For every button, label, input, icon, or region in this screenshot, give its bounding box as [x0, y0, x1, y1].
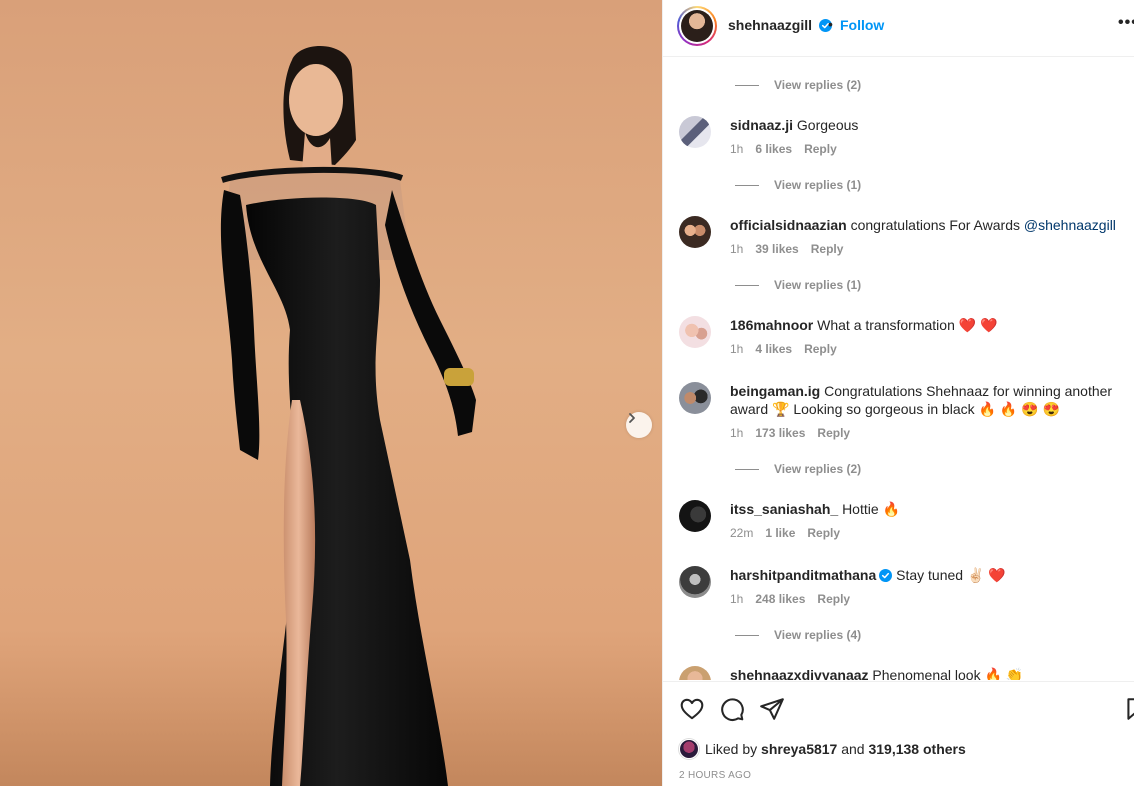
comment-icon[interactable]	[719, 696, 745, 722]
author-username[interactable]: shehnaazgill	[728, 17, 832, 33]
commenter-avatar[interactable]	[679, 566, 711, 598]
comment-body: What a transformation ❤️ ❤️	[817, 317, 998, 333]
comment-likes[interactable]: 173 likes	[755, 426, 805, 440]
view-replies-button[interactable]: View replies (2)	[735, 77, 861, 93]
comment-body: Hottie 🔥	[842, 501, 900, 517]
chevron-right-icon	[629, 413, 635, 423]
reply-button[interactable]: Reply	[817, 592, 850, 606]
comment-time[interactable]: 22m	[730, 526, 753, 540]
comment-text: sidnaaz.ji Gorgeous	[730, 116, 1125, 134]
commenter-avatar[interactable]	[679, 666, 711, 680]
comment-body: congratulations For Awards	[850, 217, 1024, 233]
commenter-username[interactable]: harshitpanditmathana	[730, 567, 876, 583]
post-header: shehnaazgill • Follow •••	[663, 0, 1134, 57]
liker-avatar[interactable]	[679, 739, 699, 759]
heart-icon[interactable]	[679, 696, 705, 722]
view-replies-button[interactable]: View replies (1)	[735, 277, 861, 293]
comment-text: shehnaazxdivyanaaz Phenomenal look 🔥 👏	[730, 666, 1125, 680]
comment-likes[interactable]: 1 like	[765, 526, 795, 540]
comment-text: itss_saniashah_ Hottie 🔥	[730, 500, 1125, 518]
post-photo[interactable]	[0, 0, 662, 786]
comment-time[interactable]: 1h	[730, 592, 743, 606]
author-avatar[interactable]	[677, 6, 717, 46]
reply-button[interactable]: Reply	[817, 426, 850, 440]
comment-text: harshitpanditmathana Stay tuned ✌🏻 ❤️	[730, 566, 1125, 584]
view-replies-button[interactable]: View replies (1)	[735, 177, 861, 193]
comment-likes[interactable]: 39 likes	[755, 242, 798, 256]
comment-time[interactable]: 1h	[730, 342, 743, 356]
comment-meta: 1h 173 likes Reply	[730, 426, 850, 440]
comment-meta: 22m 1 like Reply	[730, 526, 840, 540]
commenter-username[interactable]: itss_saniashah_	[730, 501, 838, 517]
comment-meta: 1h 6 likes Reply	[730, 142, 837, 156]
commenter-avatar[interactable]	[679, 382, 711, 414]
replies-line	[735, 184, 759, 186]
commenter-avatar[interactable]	[679, 116, 711, 148]
view-replies-button[interactable]: View replies (4)	[735, 627, 861, 643]
replies-line	[735, 284, 759, 286]
separator-dot: •	[828, 16, 833, 32]
comment-likes[interactable]: 6 likes	[755, 142, 792, 156]
comment-body: Gorgeous	[796, 117, 859, 133]
comment-text: 186mahnoor What a transformation ❤️ ❤️	[730, 316, 1125, 334]
next-photo-button[interactable]	[626, 412, 652, 438]
commenter-avatar[interactable]	[679, 500, 711, 532]
comment-likes[interactable]: 248 likes	[755, 592, 805, 606]
more-options-icon[interactable]: •••	[1118, 14, 1134, 32]
post-actions: Liked by shreya5817 and 319,138 others 2…	[663, 681, 1134, 786]
commenter-username[interactable]: 186mahnoor	[730, 317, 813, 333]
post-side-panel: shehnaazgill • Follow ••• View replies (…	[662, 0, 1134, 786]
comment-meta: 1h 4 likes Reply	[730, 342, 837, 356]
post-timestamp[interactable]: 2 HOURS AGO	[679, 770, 751, 781]
reply-button[interactable]: Reply	[804, 342, 837, 356]
comment-body: Stay tuned ✌🏻 ❤️	[896, 567, 1006, 583]
follow-button[interactable]: Follow	[840, 17, 884, 33]
replies-line	[735, 634, 759, 636]
comment-likes[interactable]: 4 likes	[755, 342, 792, 356]
view-replies-button[interactable]: View replies (2)	[735, 461, 861, 477]
reply-button[interactable]: Reply	[811, 242, 844, 256]
bookmark-icon[interactable]	[1123, 696, 1134, 722]
commenter-avatar[interactable]	[679, 316, 711, 348]
commenter-avatar[interactable]	[679, 216, 711, 248]
reply-button[interactable]: Reply	[807, 526, 840, 540]
comment-time[interactable]: 1h	[730, 142, 743, 156]
commenter-username[interactable]: shehnaazxdivyanaaz	[730, 667, 869, 680]
photo-illustration	[0, 46, 662, 786]
liker-username[interactable]: shreya5817	[761, 741, 837, 757]
likes-count[interactable]: 319,138 others	[868, 741, 965, 757]
mention-link[interactable]: @shehnaazgill	[1024, 217, 1116, 233]
comment-body: Phenomenal look 🔥 👏	[872, 667, 1024, 680]
replies-line	[735, 468, 759, 470]
comment-meta: 1h 248 likes Reply	[730, 592, 850, 606]
comment-time[interactable]: 1h	[730, 426, 743, 440]
comment-time[interactable]: 1h	[730, 242, 743, 256]
share-icon[interactable]	[759, 696, 785, 722]
comment-text: officialsidnaazian congratulations For A…	[730, 216, 1125, 234]
commenter-username[interactable]: sidnaaz.ji	[730, 117, 793, 133]
comment-meta: 1h 39 likes Reply	[730, 242, 843, 256]
commenter-username[interactable]: officialsidnaazian	[730, 217, 847, 233]
comments-list[interactable]: View replies (2) sidnaaz.ji Gorgeous 1h …	[663, 58, 1134, 680]
verified-icon	[879, 569, 893, 582]
reply-button[interactable]: Reply	[804, 142, 837, 156]
comment-text: beingaman.ig Congratulations Shehnaaz fo…	[730, 382, 1125, 418]
liked-by-summary[interactable]: Liked by shreya5817 and 319,138 others	[679, 739, 966, 759]
commenter-username[interactable]: beingaman.ig	[730, 383, 820, 399]
replies-line	[735, 84, 759, 86]
